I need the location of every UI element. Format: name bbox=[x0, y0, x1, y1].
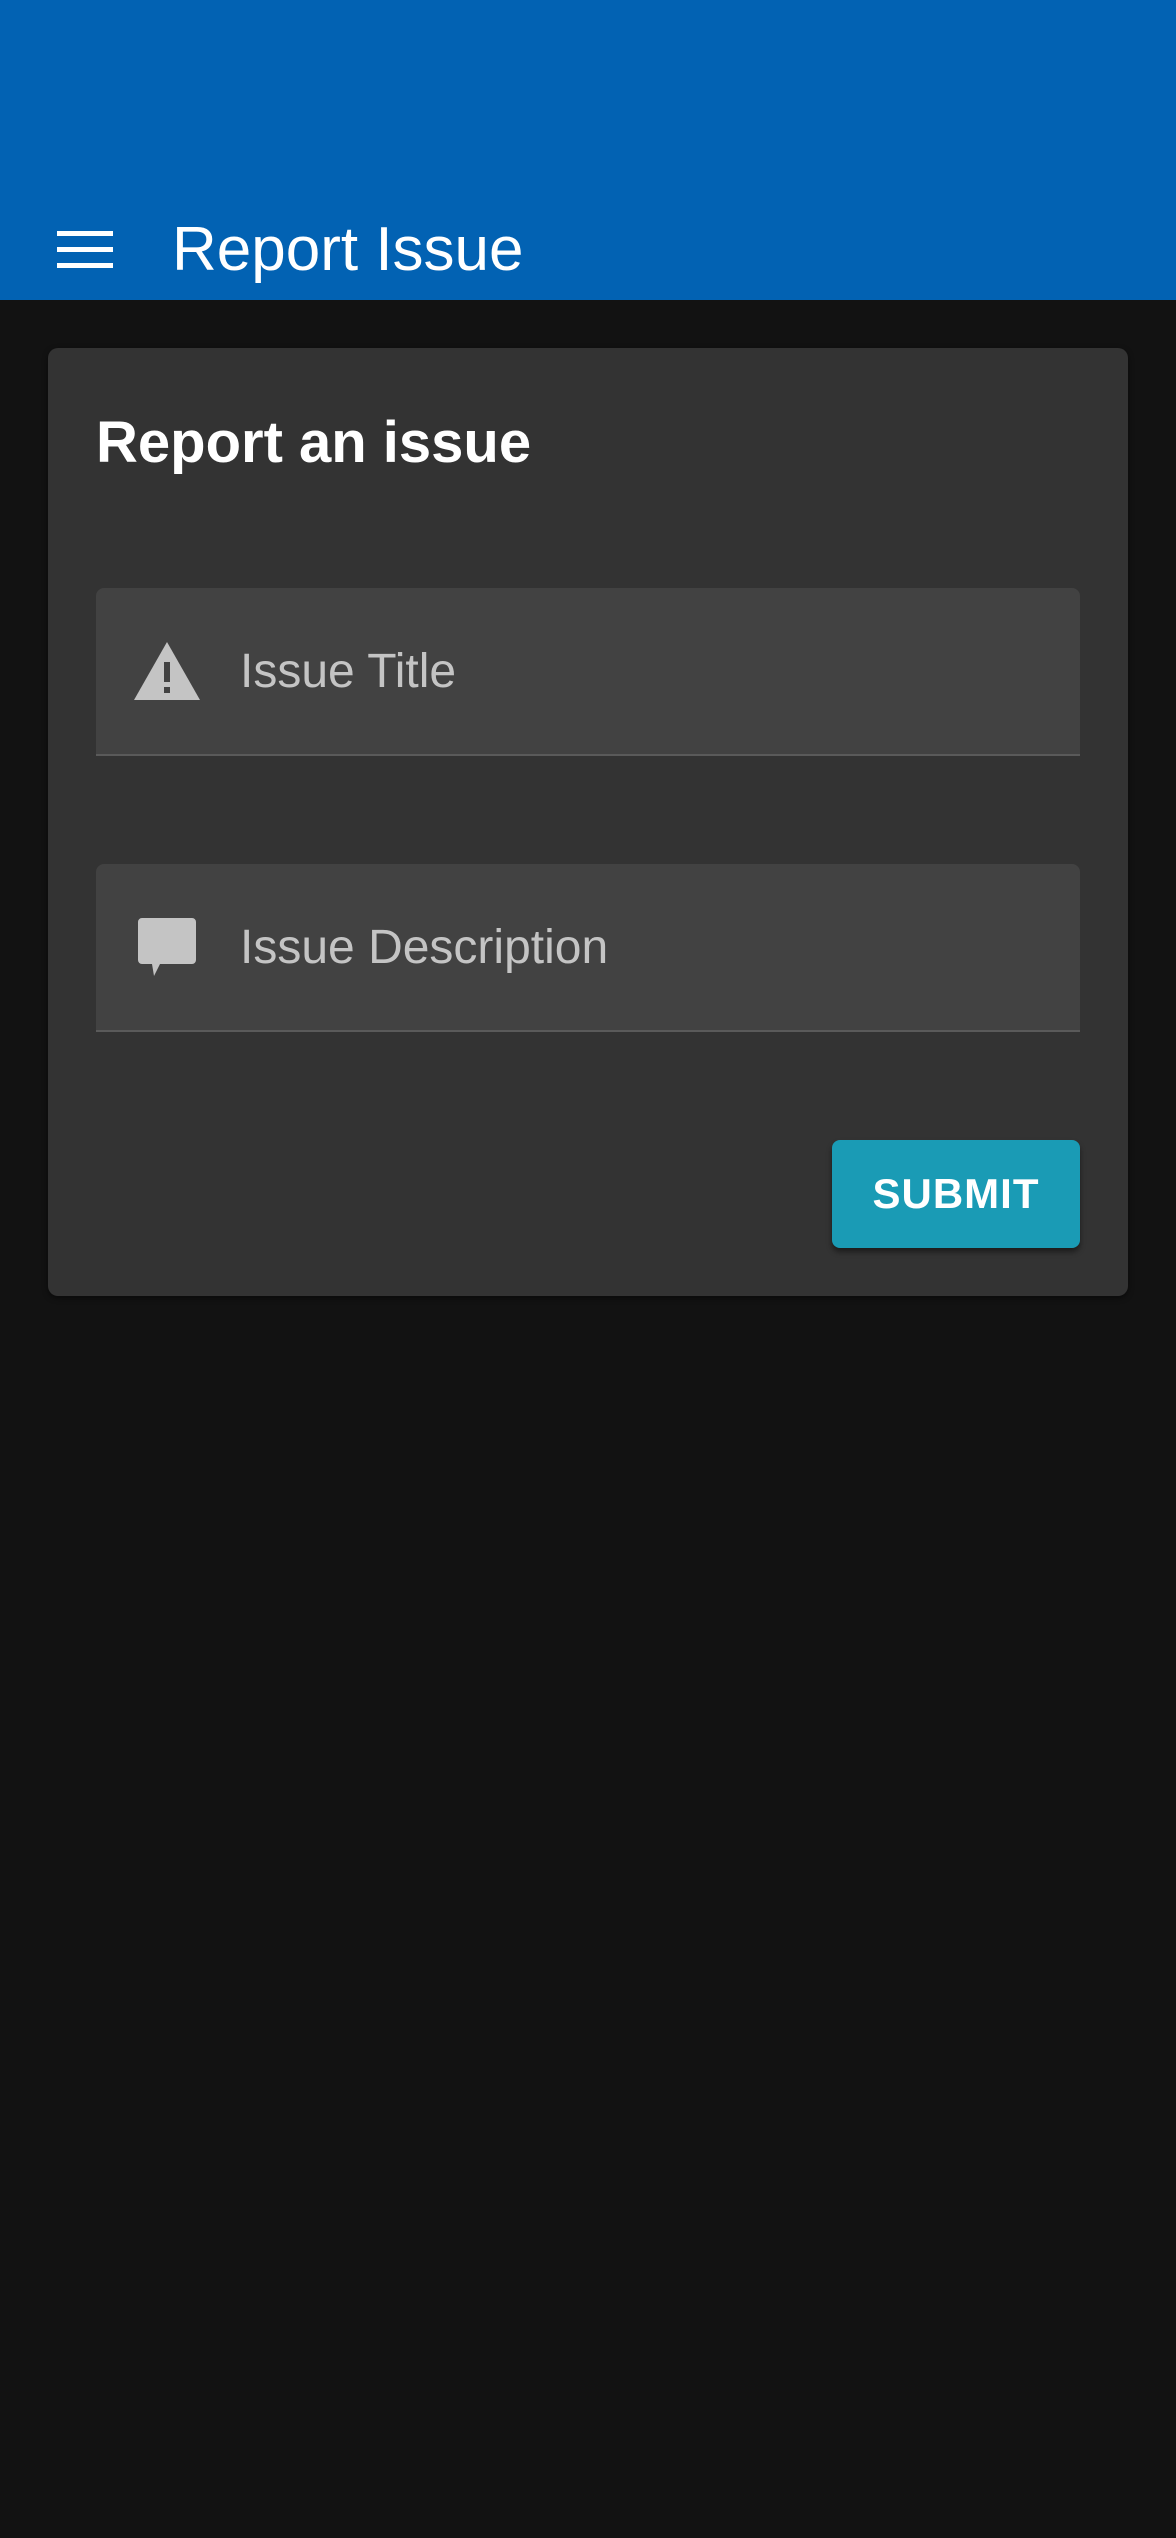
app-bar: Report Issue bbox=[0, 0, 1176, 300]
issue-title-input[interactable] bbox=[240, 588, 1060, 754]
warning-icon bbox=[132, 636, 202, 706]
app-bar-title: Report Issue bbox=[172, 215, 524, 284]
comment-icon bbox=[132, 912, 202, 982]
menu-button[interactable] bbox=[40, 210, 130, 290]
card-title: Report an issue bbox=[96, 410, 532, 475]
submit-button[interactable]: SUBMIT bbox=[832, 1140, 1080, 1248]
issue-description-input[interactable] bbox=[240, 864, 1060, 1030]
issue-title-field[interactable] bbox=[96, 588, 1080, 756]
issue-description-field[interactable] bbox=[96, 864, 1080, 1032]
report-issue-card: Report an issue SUBMIT bbox=[48, 348, 1128, 1296]
hamburger-menu-icon bbox=[57, 231, 113, 268]
